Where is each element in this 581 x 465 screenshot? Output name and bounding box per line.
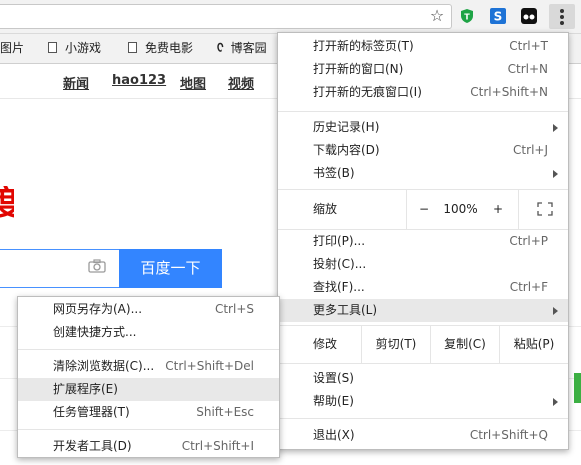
- nav-map[interactable]: 地图: [180, 73, 206, 92]
- submenu-clear-data[interactable]: 清除浏览数据(C)... Ctrl+Shift+Del: [18, 355, 279, 378]
- camera-icon[interactable]: [88, 259, 106, 273]
- zoom-divider: [518, 189, 519, 229]
- submenu-create-shortcut[interactable]: 创建快捷方式...: [18, 321, 279, 344]
- submenu-dev-tools[interactable]: 开发者工具(D) Ctrl+Shift+I: [18, 435, 279, 458]
- nav-hao123[interactable]: hao123: [112, 73, 166, 88]
- zoom-divider: [406, 189, 407, 229]
- page-icon: [48, 42, 57, 53]
- paste-button[interactable]: 粘贴(P): [500, 325, 568, 363]
- menu-separator: [278, 363, 568, 364]
- menu-separator: [18, 349, 279, 350]
- submenu-extensions[interactable]: 扩展程序(E): [18, 378, 279, 401]
- submenu-save-page[interactable]: 网页另存为(A)... Ctrl+S: [18, 298, 279, 321]
- menu-new-incognito[interactable]: 打开新的无痕窗口(I) Ctrl+Shift+N: [278, 81, 568, 104]
- bookmark-games[interactable]: 小游戏: [48, 34, 101, 63]
- bookmark-movies[interactable]: 免费电影: [128, 34, 193, 63]
- chevron-right-icon: [553, 307, 558, 315]
- zoom-in-button[interactable]: +: [488, 189, 508, 229]
- menu-history[interactable]: 历史记录(H): [278, 116, 568, 139]
- menu-downloads[interactable]: 下载内容(D) Ctrl+J: [278, 139, 568, 162]
- page-icon: [128, 42, 137, 53]
- baidu-logo-fragment: 度: [0, 186, 14, 222]
- search-button[interactable]: 百度一下: [119, 249, 222, 288]
- menu-find[interactable]: 查找(F)... Ctrl+F: [278, 276, 568, 299]
- zoom-label: 缩放: [313, 202, 338, 216]
- star-icon[interactable]: ☆: [428, 7, 446, 25]
- blog-icon: ᢗ: [217, 41, 224, 55]
- svg-text:T: T: [464, 13, 470, 22]
- menu-edit-row: 修改 剪切(T) 复制(C) 粘贴(P): [278, 325, 568, 363]
- copy-button[interactable]: 复制(C): [431, 325, 499, 363]
- menu-cast[interactable]: 投射(C)...: [278, 253, 568, 276]
- edit-label: 修改: [313, 337, 338, 351]
- fullscreen-icon[interactable]: [537, 202, 553, 216]
- zoom-out-button[interactable]: −: [414, 189, 434, 229]
- nav-video[interactable]: 视频: [228, 73, 254, 92]
- menu-print[interactable]: 打印(P)... Ctrl+P: [278, 230, 568, 253]
- chevron-right-icon: [553, 398, 558, 406]
- chevron-right-icon: [553, 124, 558, 132]
- menu-help[interactable]: 帮助(E): [278, 390, 568, 413]
- menu-bookmarks[interactable]: 书签(B): [278, 162, 568, 185]
- menu-new-window[interactable]: 打开新的窗口(N) Ctrl+N: [278, 58, 568, 81]
- nav-news[interactable]: 新闻: [63, 73, 89, 92]
- menu-separator: [278, 418, 568, 419]
- menu-separator: [278, 111, 568, 112]
- svg-text:S: S: [494, 10, 503, 24]
- more-tools-submenu: 网页另存为(A)... Ctrl+S 创建快捷方式... 清除浏览数据(C)...…: [17, 296, 280, 458]
- bookmark-images[interactable]: 图片: [0, 34, 24, 63]
- zoom-level: 100%: [443, 202, 478, 216]
- address-bar[interactable]: [0, 4, 452, 29]
- menu-separator: [18, 429, 279, 430]
- shield-extension-icon[interactable]: T: [459, 8, 475, 24]
- side-widget[interactable]: [574, 373, 581, 403]
- chevron-right-icon: [553, 170, 558, 178]
- s-extension-icon[interactable]: S: [490, 8, 506, 24]
- menu-zoom-row: 缩放 − 100% +: [278, 189, 568, 229]
- three-dots-menu-icon[interactable]: [549, 4, 575, 29]
- menu-exit[interactable]: 退出(X) Ctrl+Shift+Q: [278, 424, 568, 447]
- bookmark-cnblogs[interactable]: ᢗ 博客园: [217, 34, 267, 63]
- menu-new-tab[interactable]: 打开新的标签页(T) Ctrl+T: [278, 35, 568, 58]
- cut-button[interactable]: 剪切(T): [362, 325, 430, 363]
- menu-settings[interactable]: 设置(S): [278, 367, 568, 390]
- chrome-main-menu: 打开新的标签页(T) Ctrl+T 打开新的窗口(N) Ctrl+N 打开新的无痕窗…: [277, 32, 569, 450]
- media-extension-icon[interactable]: [521, 8, 537, 24]
- menu-more-tools[interactable]: 更多工具(L): [278, 299, 568, 322]
- submenu-task-manager[interactable]: 任务管理器(T) Shift+Esc: [18, 401, 279, 424]
